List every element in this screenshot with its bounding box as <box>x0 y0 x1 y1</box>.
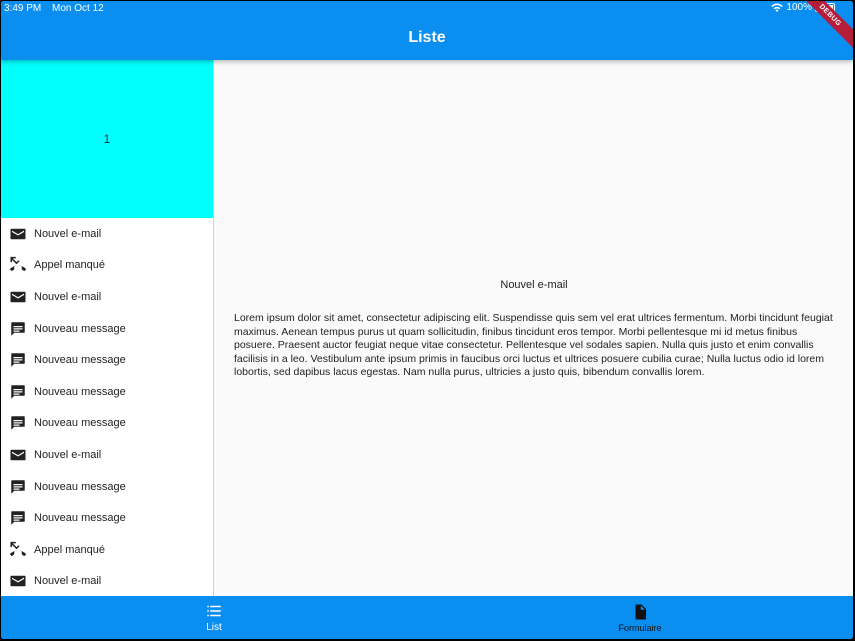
message-icon <box>9 320 27 338</box>
detail-pane: Nouvel e-mail Lorem ipsum dolor sit amet… <box>215 60 853 596</box>
status-time: 3:49 PM <box>4 3 42 14</box>
message-icon <box>9 509 27 527</box>
list-item-label: Nouveau message <box>34 480 126 493</box>
detail-title: Nouvel e-mail <box>500 279 568 291</box>
list-item-label: Nouvel e-mail <box>34 448 102 461</box>
email-icon <box>9 446 27 464</box>
app-frame: 3:49 PM Mon Oct 12 100% Liste DEBUG 1 No… <box>1 1 853 639</box>
message-icon <box>9 478 27 496</box>
list-item-label: Nouvel e-mail <box>34 575 102 588</box>
list-item[interactable]: Nouveau message <box>1 344 213 376</box>
bottom-navigation: List Formulaire <box>1 596 853 639</box>
tab-list[interactable]: List <box>1 596 427 639</box>
missed-call-icon <box>9 541 27 559</box>
app-bar: 3:49 PM Mon Oct 12 100% Liste DEBUG <box>1 1 853 60</box>
list-item[interactable]: Nouveau message <box>1 471 213 503</box>
list-item[interactable]: Nouvel e-mail <box>1 566 213 596</box>
list-item[interactable]: Nouveau message <box>1 313 213 345</box>
list-item-label: Nouveau message <box>34 322 126 335</box>
list-item[interactable]: Nouveau message <box>1 408 213 440</box>
wifi-icon <box>771 3 784 12</box>
page-title: Liste <box>408 29 446 46</box>
list-item[interactable]: Appel manqué <box>1 534 213 566</box>
list-item[interactable]: Appel manqué <box>1 250 213 282</box>
document-icon <box>635 604 646 619</box>
message-icon <box>9 414 27 432</box>
list-item[interactable]: Nouveau message <box>1 376 213 408</box>
list-item-label: Nouveau message <box>34 354 126 367</box>
list-item[interactable]: Nouveau message <box>1 502 213 534</box>
list-item[interactable]: Nouvel e-mail <box>1 218 213 250</box>
status-date: Mon Oct 12 <box>52 3 104 14</box>
tab-formulaire-label: Formulaire <box>618 622 662 633</box>
tab-list-label: List <box>206 622 222 633</box>
list-items: Nouvel e-mail Appel manqué Nouvel e-mail No… <box>1 218 213 596</box>
notification-list[interactable]: 1 Nouvel e-mail Appel manqué Nouvel e-mail… <box>1 60 214 596</box>
list-header-card[interactable]: 1 <box>1 60 213 218</box>
email-icon <box>9 572 27 590</box>
list-item-label: Nouveau message <box>34 512 126 525</box>
header-number: 1 <box>103 132 111 146</box>
list-icon <box>207 605 221 617</box>
detail-body: Lorem ipsum dolor sit amet, consectetur … <box>234 312 833 378</box>
list-item-label: Appel manqué <box>34 543 105 556</box>
email-icon <box>9 225 27 243</box>
email-icon <box>9 288 27 306</box>
message-icon <box>9 351 27 369</box>
missed-call-icon <box>9 256 27 274</box>
list-item-label: Nouvel e-mail <box>34 290 102 303</box>
list-item-label: Nouveau message <box>34 385 126 398</box>
list-item-label: Nouvel e-mail <box>34 227 102 240</box>
list-item-label: Appel manqué <box>34 259 105 272</box>
list-item[interactable]: Nouvel e-mail <box>1 439 213 471</box>
message-icon <box>9 383 27 401</box>
tab-formulaire[interactable]: Formulaire <box>427 596 853 639</box>
list-item[interactable]: Nouvel e-mail <box>1 281 213 313</box>
list-item-label: Nouveau message <box>34 417 126 430</box>
